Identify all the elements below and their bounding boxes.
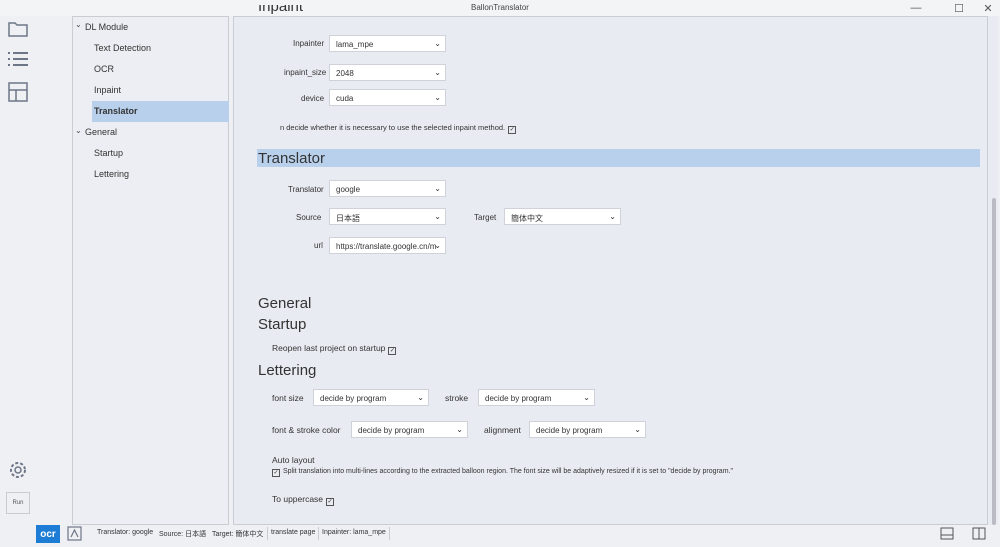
status-source[interactable]: Source: 日本語	[159, 529, 206, 539]
left-toolbar	[0, 16, 36, 543]
chevron-down-icon: ⌄	[434, 184, 441, 193]
reopen-text: Reopen last project on startup ✓	[272, 343, 397, 355]
image-text-icon[interactable]	[66, 526, 84, 542]
device-label: device	[301, 94, 325, 103]
font-size-select[interactable]: decide by program ⌄	[313, 389, 429, 406]
url-select[interactable]: https://translate.google.cn/m ⌄	[329, 237, 446, 254]
chevron-down-icon[interactable]: ⌄	[75, 20, 82, 29]
chevron-down-icon[interactable]: ⌄	[75, 126, 82, 135]
translator-section-highlight	[257, 149, 980, 167]
reopen-checkbox[interactable]: ✓	[388, 347, 397, 355]
url-label: url	[314, 241, 323, 250]
device-select[interactable]: cuda ⌄	[329, 89, 446, 106]
panel-split-icon[interactable]	[972, 527, 986, 540]
lettering-heading: Lettering	[258, 362, 317, 379]
startup-heading: Startup	[258, 316, 307, 333]
inpaint-size-label: inpaint_size	[284, 68, 327, 77]
nav-dl-module[interactable]: DL Module	[85, 22, 128, 32]
translator-heading: Translator	[258, 150, 325, 167]
source-label: Source	[296, 213, 322, 222]
settings-nav-tree: ⌄ DL Module Text Detection OCR Inpaint T…	[72, 16, 229, 525]
translator-select[interactable]: google ⌄	[329, 180, 446, 197]
nav-item-startup[interactable]: Startup	[94, 148, 123, 158]
panel-layout-icon[interactable]	[940, 527, 954, 540]
status-target[interactable]: Target: 簡体中文	[212, 529, 263, 539]
chevron-down-icon: ⌄	[456, 425, 463, 434]
inpainter-select[interactable]: lama_mpe ⌄	[329, 35, 446, 52]
alignment-label: alignment	[484, 425, 521, 435]
chevron-down-icon: ⌄	[434, 39, 441, 48]
folder-icon[interactable]	[6, 17, 30, 41]
close-button[interactable]: ✕	[976, 0, 1000, 16]
font-stroke-color-label: font & stroke color	[272, 425, 341, 435]
status-translator[interactable]: Translator: google	[97, 529, 153, 536]
chevron-down-icon: ⌄	[634, 425, 641, 434]
auto-layout-checkbox[interactable]: ✓	[272, 469, 280, 477]
uppercase-checkbox[interactable]: ✓	[326, 498, 335, 506]
target-select[interactable]: 簡体中文 ⌄	[504, 208, 621, 225]
status-divider	[267, 527, 268, 540]
uppercase-text: To uppercase ✓	[272, 494, 335, 506]
stroke-select[interactable]: decide by program ⌄	[478, 389, 595, 406]
status-inpainter[interactable]: Inpainter: lama_mpe	[322, 529, 386, 536]
auto-layout-label: Auto layout	[272, 455, 315, 465]
auto-layout-text: ✓ Split translation into multi-lines acco…	[272, 468, 733, 477]
window-title: BallonTranslator	[471, 3, 529, 12]
inpaint-check-text: n decide whether it is necessary to use …	[280, 123, 517, 134]
status-translate-page[interactable]: translate page	[271, 529, 315, 536]
minimize-button[interactable]: —	[904, 0, 928, 16]
nav-item-inpaint[interactable]: Inpaint	[94, 85, 121, 95]
inpainter-label: Inpainter	[293, 39, 325, 48]
scrollbar-thumb[interactable]	[992, 198, 996, 525]
general-heading: General	[258, 295, 312, 312]
target-label: Target	[474, 213, 497, 222]
run-button[interactable]: Run	[6, 492, 30, 514]
maximize-button[interactable]: ☐	[947, 0, 971, 16]
chevron-down-icon: ⌄	[583, 393, 590, 402]
font-stroke-color-select[interactable]: decide by program ⌄	[351, 421, 468, 438]
chevron-down-icon: ⌄	[609, 212, 616, 221]
chevron-down-icon: ⌄	[434, 212, 441, 221]
gear-icon[interactable]	[6, 458, 30, 482]
nav-item-text-detection[interactable]: Text Detection	[94, 43, 151, 53]
ocr-button[interactable]: ocr	[36, 525, 60, 543]
inpaint-size-select[interactable]: 2048 ⌄	[329, 64, 446, 81]
nav-item-lettering[interactable]: Lettering	[94, 169, 129, 179]
chevron-down-icon: ⌄	[417, 393, 424, 402]
status-divider	[318, 527, 319, 540]
chevron-down-icon: ⌄	[434, 241, 441, 250]
inpaint-checkbox[interactable]: ✓	[508, 126, 517, 134]
nav-item-translator[interactable]: Translator	[94, 106, 138, 116]
nav-general[interactable]: General	[85, 127, 117, 137]
chevron-down-icon: ⌄	[434, 68, 441, 77]
font-size-label: font size	[272, 393, 304, 403]
inpaint-heading: Inpaint	[258, 5, 304, 15]
stroke-label: stroke	[445, 393, 469, 403]
title-bar: BallonTranslator — ☐ ✕	[0, 0, 1000, 16]
layout-icon[interactable]	[6, 80, 30, 104]
source-select[interactable]: 日本語 ⌄	[329, 208, 446, 225]
status-divider	[389, 527, 390, 540]
list-icon[interactable]	[6, 47, 30, 71]
translator-label: Translator	[288, 185, 324, 194]
chevron-down-icon: ⌄	[434, 93, 441, 102]
nav-item-ocr[interactable]: OCR	[94, 64, 114, 74]
alignment-select[interactable]: decide by program ⌄	[529, 421, 646, 438]
